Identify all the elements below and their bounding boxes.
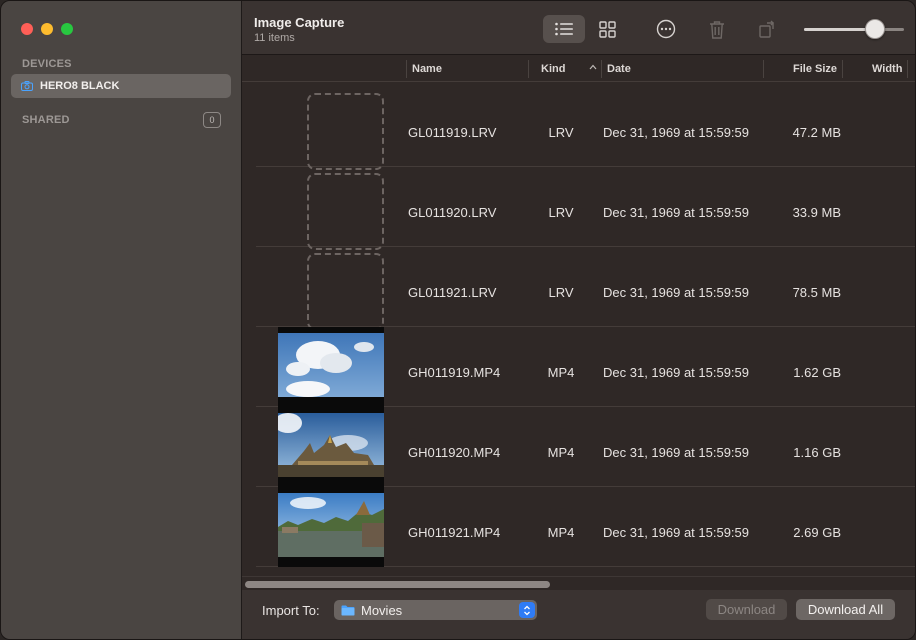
file-date: Dec 31, 1969 at 15:59:59 (603, 365, 750, 380)
download-all-button[interactable]: Download All (796, 599, 895, 620)
list-view-button[interactable] (543, 15, 585, 43)
table-row[interactable]: GH011920.MP4 MP4 Dec 31, 1969 at 15:59:5… (256, 407, 915, 487)
column-header-file-size[interactable]: File Size (793, 63, 837, 75)
file-name: GL011919.LRV (408, 125, 497, 140)
window-title: Image Capture (254, 15, 345, 30)
slider-knob[interactable] (865, 19, 885, 39)
file-size: 1.16 GB (793, 445, 841, 460)
file-list: GL011919.LRV LRV Dec 31, 1969 at 15:59:5… (242, 83, 915, 575)
column-header-kind[interactable]: Kind (541, 63, 565, 75)
file-date: Dec 31, 1969 at 15:59:59 (603, 125, 750, 140)
delete-button[interactable] (703, 15, 731, 43)
file-size: 1.62 GB (793, 365, 841, 380)
table-row[interactable]: GL011921.LRV LRV Dec 31, 1969 at 15:59:5… (256, 247, 915, 330)
shared-heading: SHARED (22, 114, 70, 126)
file-size: 47.2 MB (792, 125, 841, 140)
list-view-icon (555, 22, 573, 36)
horizontal-scrollbar[interactable] (242, 576, 915, 590)
file-kind: LRV (548, 205, 574, 220)
file-kind: MP4 (547, 365, 575, 380)
image-capture-window: DEVICES HERO8 BLACK SHARED 0 Image Captu… (0, 0, 916, 640)
import-destination-value: Movies (361, 602, 403, 618)
thumbnail-placeholder (307, 173, 384, 250)
download-button[interactable]: Download (706, 599, 787, 620)
trash-icon (710, 20, 724, 39)
sidebar-item-label: HERO8 BLACK (40, 80, 120, 92)
file-name: GL011921.LRV (408, 285, 497, 300)
column-separator (763, 60, 764, 78)
grid-view-icon (598, 20, 616, 38)
item-count: 11 items (254, 32, 295, 44)
table-header: Name Kind Date File Size Width (242, 56, 915, 82)
shared-count-badge: 0 (203, 112, 221, 128)
column-header-date[interactable]: Date (607, 63, 631, 75)
rotate-icon (759, 20, 774, 38)
file-size: 78.5 MB (792, 285, 841, 300)
column-separator (601, 60, 602, 78)
file-date: Dec 31, 1969 at 15:59:59 (603, 525, 750, 540)
column-header-name[interactable]: Name (412, 63, 442, 75)
column-separator (907, 60, 908, 78)
video-thumbnail-canal (278, 487, 384, 567)
file-date: Dec 31, 1969 at 15:59:59 (603, 285, 750, 300)
import-to-label: Import To: (262, 603, 320, 618)
rotate-button[interactable] (753, 15, 781, 43)
thumbnail (280, 167, 384, 250)
close-button[interactable] (21, 23, 33, 35)
file-kind: MP4 (547, 445, 575, 460)
import-destination-select[interactable]: Movies (334, 600, 537, 620)
minimize-button[interactable] (41, 23, 53, 35)
video-thumbnail-palace (278, 407, 384, 487)
more-options-button[interactable] (652, 15, 680, 43)
toolbar: Image Capture 11 items (242, 1, 915, 55)
thumbnail-size-slider[interactable] (804, 28, 904, 31)
table-row[interactable]: GH011921.MP4 MP4 Dec 31, 1969 at 15:59:5… (256, 487, 915, 567)
table-row[interactable]: GH011919.MP4 MP4 Dec 31, 1969 at 15:59:5… (256, 327, 915, 407)
file-name: GL011920.LRV (408, 205, 497, 220)
camera-icon (21, 81, 33, 91)
file-name: GH011920.MP4 (408, 445, 501, 460)
devices-heading: DEVICES (22, 58, 72, 70)
file-kind: LRV (548, 285, 574, 300)
column-separator (406, 60, 407, 78)
file-name: GH011921.MP4 (408, 525, 501, 540)
file-name: GH011919.MP4 (408, 365, 501, 380)
file-date: Dec 31, 1969 at 15:59:59 (603, 205, 750, 220)
table-row[interactable]: GL011920.LRV LRV Dec 31, 1969 at 15:59:5… (256, 167, 915, 250)
zoom-button[interactable] (61, 23, 73, 35)
scrollbar-thumb[interactable] (245, 581, 550, 588)
column-header-width[interactable]: Width (872, 63, 902, 75)
thumbnail-placeholder (307, 93, 384, 170)
table-row[interactable]: GL011919.LRV LRV Dec 31, 1969 at 15:59:5… (256, 87, 915, 170)
thumbnail-placeholder (307, 253, 384, 330)
file-size: 2.69 GB (793, 525, 841, 540)
sidebar: DEVICES HERO8 BLACK SHARED 0 (1, 1, 242, 639)
column-separator (842, 60, 843, 78)
thumbnail (280, 87, 384, 170)
file-size: 33.9 MB (792, 205, 841, 220)
window-controls (21, 23, 73, 35)
file-date: Dec 31, 1969 at 15:59:59 (603, 445, 750, 460)
main-panel: Image Capture 11 items Name Kind Date Fi… (242, 1, 915, 639)
file-kind: LRV (548, 125, 574, 140)
more-icon (656, 19, 676, 39)
bottom-bar: Import To: Movies Download Download All (242, 590, 915, 639)
sort-ascending-icon (589, 64, 597, 70)
column-separator (528, 60, 529, 78)
sidebar-item-hero8-black[interactable]: HERO8 BLACK (11, 74, 231, 98)
video-thumbnail-sky (278, 327, 384, 407)
grid-view-button[interactable] (591, 15, 623, 43)
thumbnail (280, 247, 384, 330)
folder-icon (341, 605, 355, 615)
file-kind: MP4 (547, 525, 575, 540)
chevron-updown-icon (519, 602, 535, 618)
